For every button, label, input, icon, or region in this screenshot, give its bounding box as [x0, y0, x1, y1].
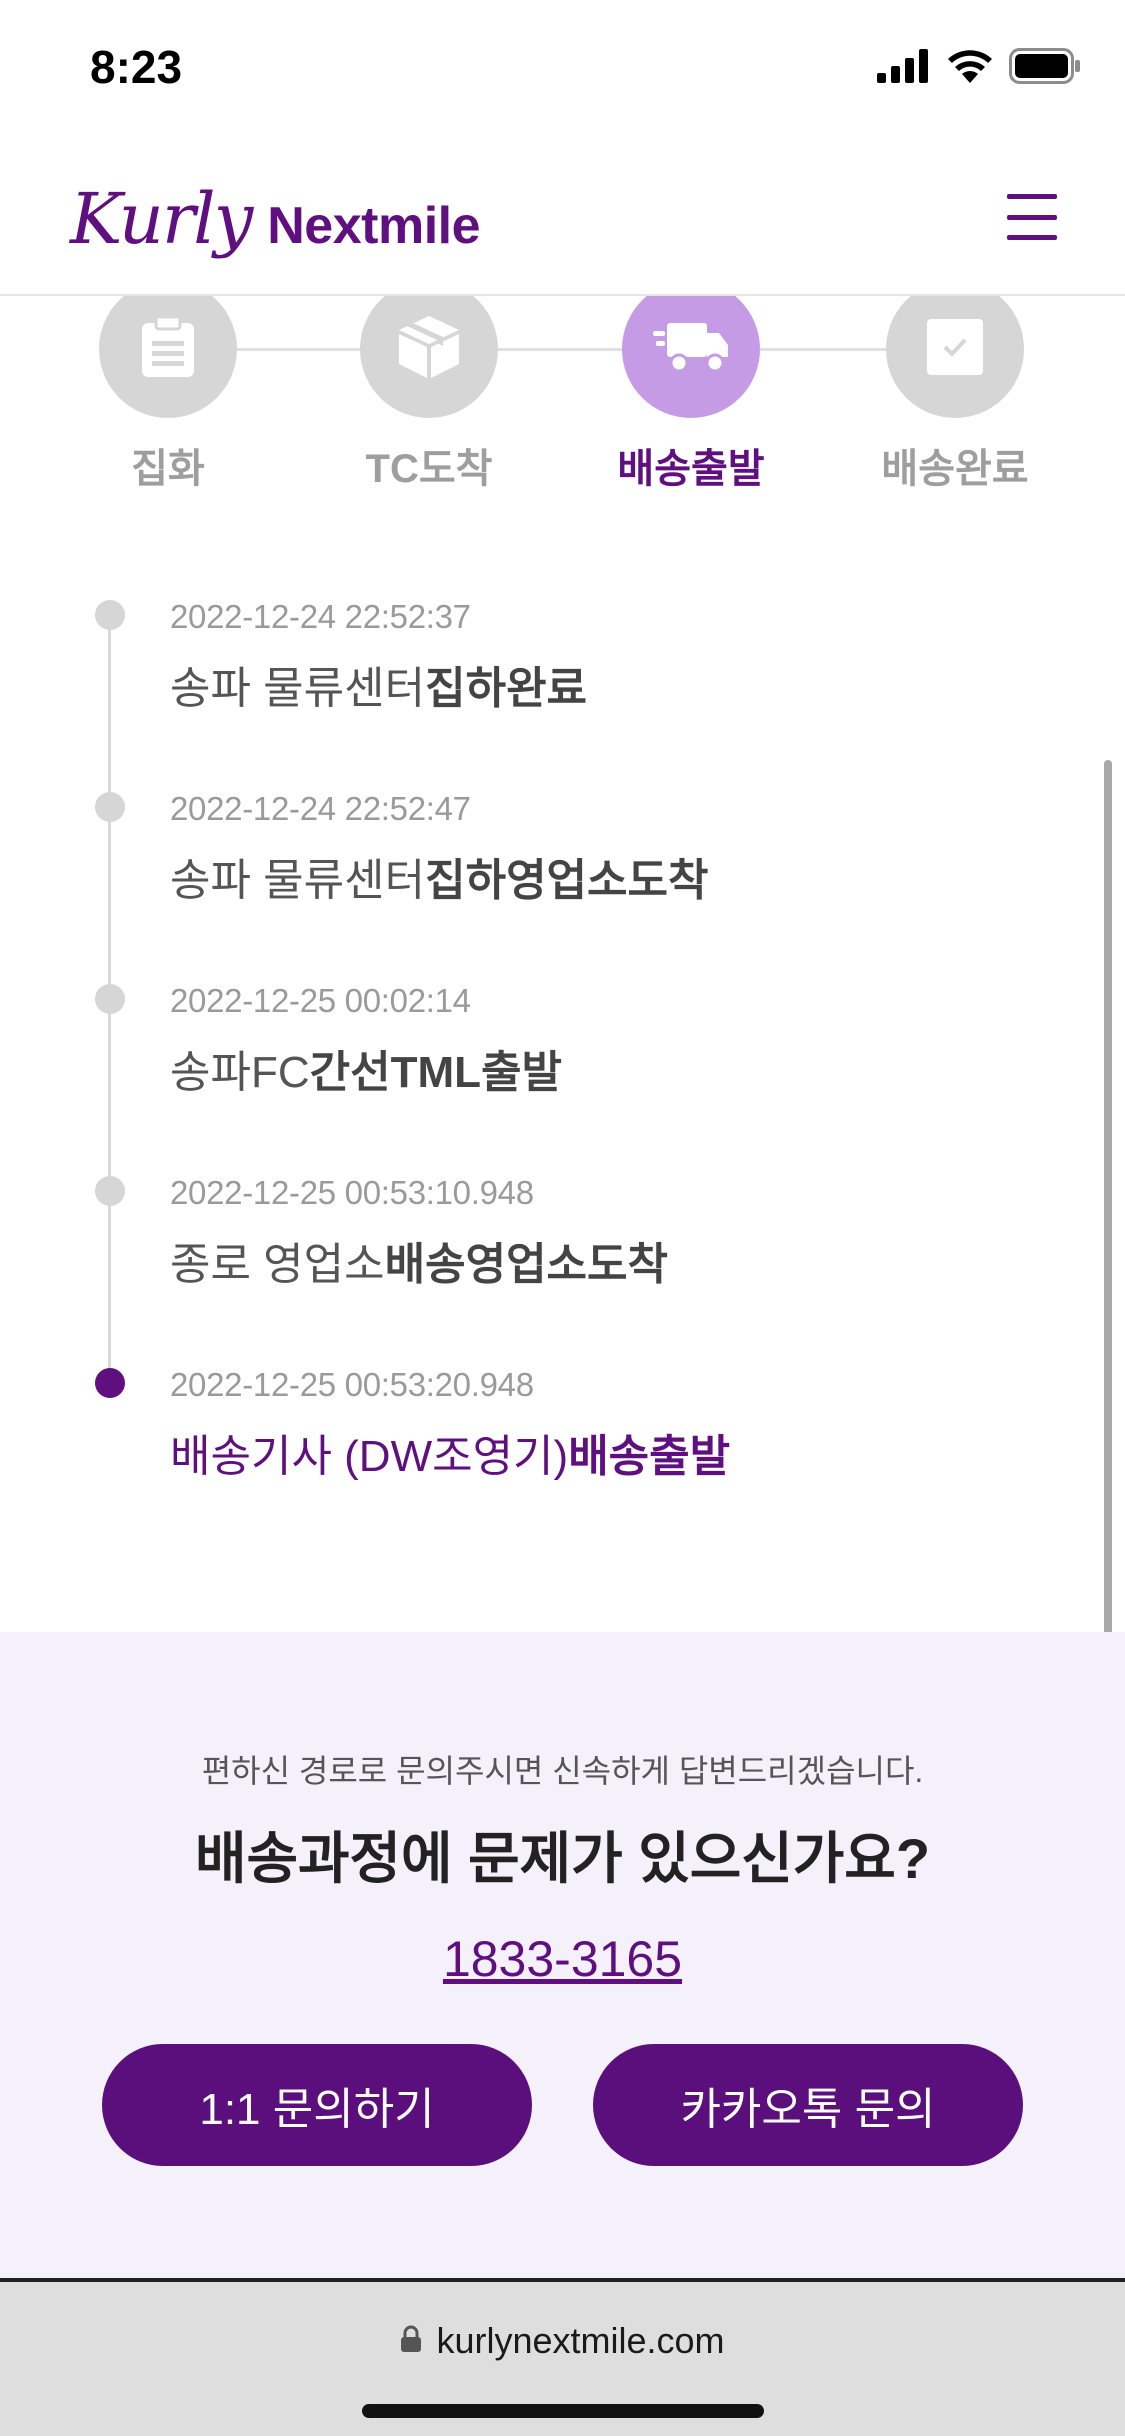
timeline-dot — [95, 984, 125, 1014]
timeline-time: 2022-12-24 22:52:47 — [170, 790, 471, 827]
step-delivery-complete: 배송완료 — [855, 296, 1055, 494]
timeline-item-current: 2022-12-25 00:53:20.948 배송기사 (DW조영기)배송출발 — [0, 1328, 1125, 1518]
one-on-one-inquiry-button[interactable]: 1:1 문의하기 — [102, 2044, 532, 2166]
timeline-description: 송파FC간선TML출발 — [170, 1036, 562, 1100]
step-label: 배송완료 — [881, 447, 1029, 491]
contact-phone-link[interactable]: 1833-3165 — [0, 1930, 1125, 1988]
browser-address-bar: kurlynextmile.com — [0, 2278, 1125, 2436]
timeline-status: 배송출발 — [568, 1432, 731, 1481]
timeline-item: 2022-12-24 22:52:37 송파 물류센터집하완료 — [0, 560, 1125, 750]
timeline-place: 송파 물류센터 — [170, 856, 426, 905]
url-text: kurlynextmile.com — [436, 2320, 725, 2361]
tracking-timeline: 2022-12-24 22:52:37 송파 물류센터집하완료 2022-12-… — [0, 560, 1125, 1630]
kurly-nextmile-logo[interactable]: Kurly Nextmile — [70, 178, 481, 260]
delivery-step-progress: 집화 TC도착 배송출발 배송완료 — [0, 296, 1125, 526]
wifi-icon — [947, 49, 993, 87]
timeline-item: 2022-12-24 22:52:47 송파 물류센터집하영업소도착 — [0, 752, 1125, 942]
status-icons — [877, 48, 1081, 88]
step-label: TC도착 — [365, 447, 493, 491]
cellular-signal-icon — [877, 49, 931, 87]
truck-icon — [653, 321, 729, 377]
step-tc-arrival: TC도착 — [329, 296, 529, 494]
timeline-time: 2022-12-25 00:53:10.948 — [170, 1174, 534, 1211]
timeline-time: 2022-12-25 00:53:20.948 — [170, 1366, 534, 1403]
timeline-description: 송파 물류센터집하완료 — [170, 652, 587, 716]
timeline-time: 2022-12-25 00:02:14 — [170, 982, 471, 1019]
timeline-item: 2022-12-25 00:53:10.948 종로 영업소배송영업소도착 — [0, 1136, 1125, 1326]
step-pickup: 집화 — [68, 296, 268, 494]
lock-icon — [400, 2320, 422, 2362]
step-label: 배송출발 — [617, 447, 765, 491]
step-circle — [99, 296, 237, 418]
logo-kurly-text: Kurly — [70, 178, 253, 260]
timeline-dot-current — [95, 1368, 125, 1398]
url-field[interactable]: kurlynextmile.com — [0, 2320, 1125, 2362]
clipboard-icon — [140, 315, 196, 383]
timeline-status: 배송영업소도착 — [384, 1240, 668, 1289]
battery-icon — [1009, 48, 1081, 88]
timeline-time: 2022-12-24 22:52:37 — [170, 598, 471, 635]
steps-connector-line — [168, 348, 956, 351]
logo-nextmile-text: Nextmile — [267, 197, 481, 255]
kakaotalk-inquiry-button[interactable]: 카카오톡 문의 — [593, 2044, 1023, 2166]
box-icon — [397, 314, 461, 384]
timeline-status: 집하영업소도착 — [425, 856, 709, 905]
step-circle — [886, 296, 1024, 418]
status-time: 8:23 — [90, 41, 183, 93]
contact-section: 편하신 경로로 문의주시면 신속하게 답변드리겠습니다. 배송과정에 문제가 있… — [0, 1632, 1125, 2278]
timeline-description: 종로 영업소배송영업소도착 — [170, 1228, 668, 1292]
hamburger-menu-icon[interactable] — [1007, 194, 1057, 240]
timeline-place: 송파 물류센터 — [170, 664, 426, 713]
timeline-status: 집하완료 — [425, 664, 588, 713]
step-delivery-departure: 배송출발 — [591, 296, 791, 494]
timeline-dot — [95, 1176, 125, 1206]
contact-subtitle: 편하신 경로로 문의주시면 신속하게 답변드리겠습니다. — [201, 1753, 924, 1789]
checkbox-icon — [927, 319, 983, 379]
timeline-dot — [95, 792, 125, 822]
step-circle — [622, 296, 760, 418]
timeline-place: 배송기사 (DW조영기) — [170, 1432, 569, 1481]
timeline-description: 배송기사 (DW조영기)배송출발 — [170, 1420, 730, 1484]
contact-title: 배송과정에 문제가 있으신가요? — [194, 1827, 931, 1890]
step-circle — [360, 296, 498, 418]
timeline-item: 2022-12-25 00:02:14 송파FC간선TML출발 — [0, 944, 1125, 1134]
timeline-dot — [95, 600, 125, 630]
timeline-place: 송파FC — [170, 1048, 310, 1097]
status-bar: 8:23 — [0, 0, 1125, 140]
timeline-status: 간선TML출발 — [309, 1048, 562, 1097]
home-indicator[interactable] — [362, 2404, 764, 2418]
timeline-place: 종로 영업소 — [170, 1240, 385, 1289]
app-header: Kurly Nextmile — [0, 140, 1125, 296]
timeline-description: 송파 물류센터집하영업소도착 — [170, 844, 708, 908]
step-label: 집화 — [131, 447, 205, 491]
